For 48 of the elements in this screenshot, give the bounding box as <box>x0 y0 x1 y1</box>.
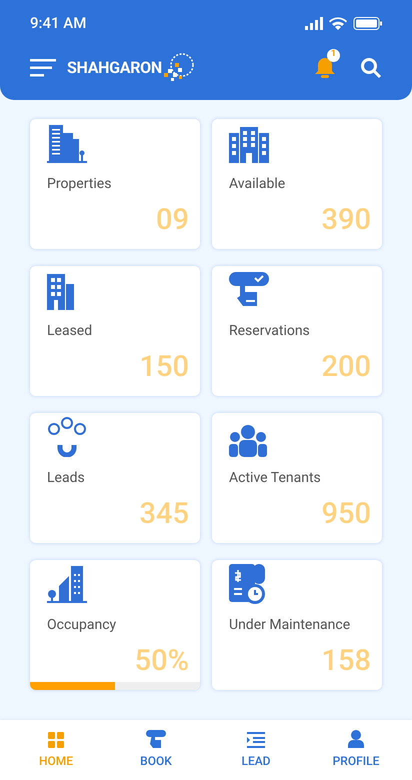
magnet-people-icon <box>47 417 87 457</box>
person-icon <box>348 730 364 748</box>
card-label: Leased <box>46 322 94 340</box>
city-icon <box>47 564 87 604</box>
card-label: Properties <box>46 175 112 193</box>
battery-icon <box>353 16 382 30</box>
notification-badge: 1 <box>327 48 340 62</box>
card-value: 950 <box>322 497 372 531</box>
card-label: Leads <box>46 469 86 487</box>
list-icon <box>247 732 265 748</box>
stat-card[interactable]: Under Maintenance 158 <box>212 560 382 690</box>
card-label: Active Tenants <box>228 469 322 487</box>
card-value: 390 <box>322 203 372 237</box>
stat-card[interactable]: Reservations 200 <box>212 266 382 396</box>
menu-button[interactable] <box>30 58 56 76</box>
card-value: 09 <box>156 203 190 237</box>
bell-icon[interactable] <box>314 56 336 78</box>
stat-card[interactable]: Available 390 <box>212 119 382 249</box>
logo-text: SHAHGARON <box>67 56 162 78</box>
stat-card[interactable]: Leased 150 <box>30 266 200 396</box>
search-icon <box>360 56 382 78</box>
wifi-icon <box>329 16 347 30</box>
stat-card[interactable]: Active Tenants 950 <box>212 413 382 543</box>
group-icon <box>229 425 267 457</box>
grid-icon <box>48 732 64 748</box>
card-value: 345 <box>140 497 190 531</box>
card-value: 200 <box>322 350 372 384</box>
buildings-icon <box>47 123 87 163</box>
nav-tab[interactable]: LEAD <box>211 730 301 770</box>
nav-tab[interactable]: PROFILE <box>311 730 401 770</box>
signal-icon <box>305 16 323 30</box>
stat-card[interactable]: Occupancy 50% <box>30 560 200 690</box>
office-building-icon <box>229 127 269 163</box>
card-label: Under Maintenance <box>228 616 352 634</box>
status-time: 9:41 AM <box>30 12 86 34</box>
card-label: Available <box>228 175 286 193</box>
stat-card[interactable]: Properties 09 <box>30 119 200 249</box>
menu-icon <box>30 58 56 76</box>
card-value: 50% <box>134 644 190 678</box>
stat-card[interactable]: Leads 345 <box>30 413 200 543</box>
card-label: Reservations <box>228 322 311 340</box>
nav-tab[interactable]: BOOK <box>111 730 201 770</box>
card-label: Occupancy <box>46 616 118 634</box>
building-icon <box>47 274 75 310</box>
search-button[interactable] <box>360 56 382 78</box>
card-value: 158 <box>322 644 372 678</box>
card-value: 150 <box>140 350 190 384</box>
bill-clock-icon <box>229 564 265 604</box>
